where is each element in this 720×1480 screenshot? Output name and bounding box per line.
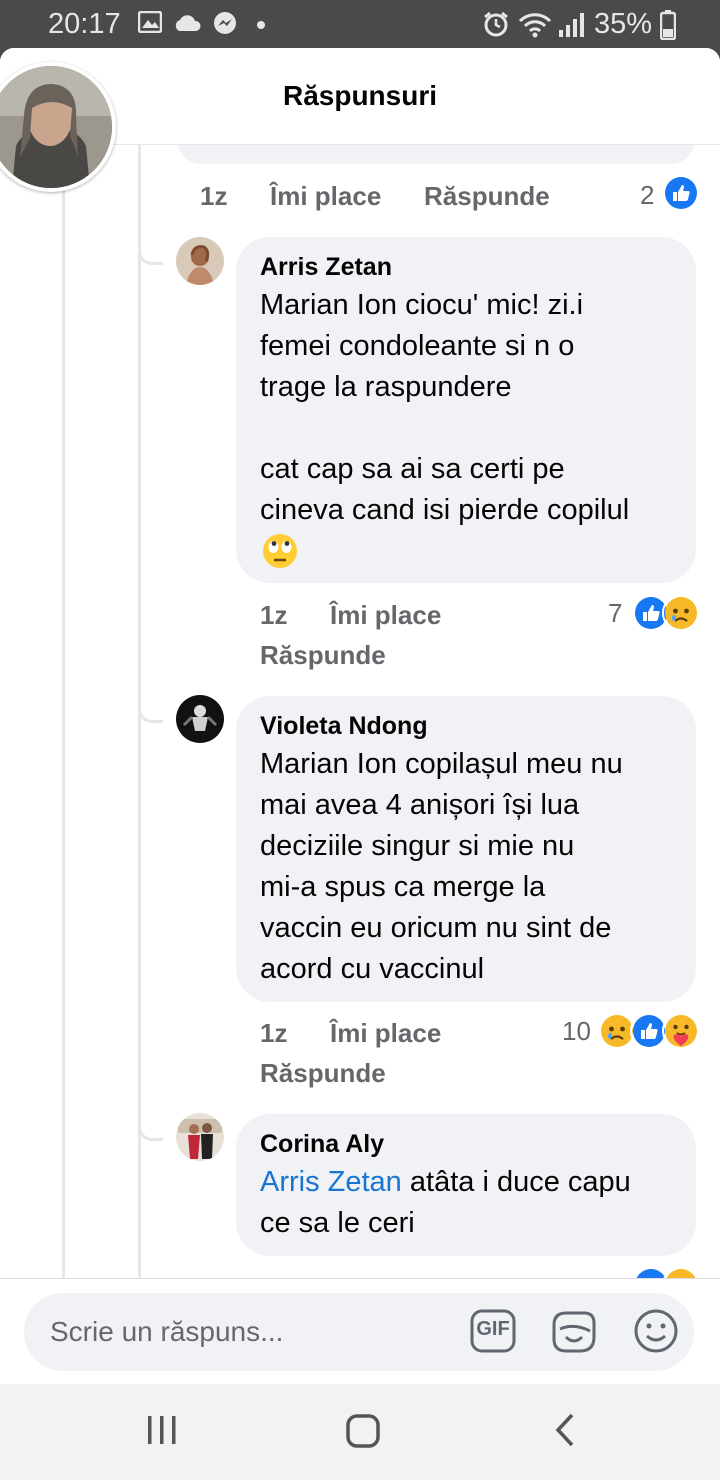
dot-icon: [257, 21, 265, 29]
comment-line: deciziile singur si mie nu: [260, 830, 575, 862]
mention-link[interactable]: Arris Zetan: [260, 1166, 402, 1198]
sad-reaction-icon[interactable]: [662, 594, 700, 632]
replies-sheet: Răspunsuri 1z Îmi place Răspunde 2 Arris…: [0, 48, 720, 1480]
comment-bubble: Arris Zetan Marian Ion ciocu' mic! zi.i …: [236, 237, 696, 583]
comment-time: 1z: [200, 181, 228, 211]
status-bar: 20:17 35%: [0, 0, 720, 50]
comment-bubble: Corina Aly Arris Zetan atâta i duce capu…: [236, 1114, 696, 1256]
status-time: 20:17: [48, 8, 121, 40]
comment-author[interactable]: Corina Aly: [260, 1130, 384, 1159]
recent-apps-icon[interactable]: [144, 1412, 180, 1448]
avatar[interactable]: [176, 237, 224, 285]
comment-line: acord cu vaccinul: [260, 953, 485, 985]
reply-composer-bar: GIF: [0, 1278, 720, 1385]
avatar-photo: [0, 66, 112, 188]
alarm-icon: [484, 11, 508, 37]
reply-button[interactable]: Răspunde: [424, 181, 550, 212]
reply-button[interactable]: Răspunde: [260, 640, 386, 671]
comment-author[interactable]: Violeta Ndong: [260, 712, 428, 741]
gif-label: GIF: [476, 1318, 510, 1340]
comment-time: 1z: [260, 1018, 288, 1048]
sticker-icon[interactable]: [550, 1309, 598, 1355]
comment-line: ce sa le ceri: [260, 1207, 415, 1239]
reply-button[interactable]: Răspunde: [260, 1058, 386, 1089]
comment-line-blank: [260, 408, 690, 449]
battery-icon: [660, 10, 676, 40]
battery-percent: 35%: [594, 8, 653, 40]
eye-roll-emoji: [263, 534, 297, 568]
comment-line: cineva cand isi pierde copilul: [260, 494, 630, 526]
like-button[interactable]: Îmi place: [330, 600, 441, 631]
thread-connector: [138, 1112, 163, 1141]
reply-composer: GIF: [24, 1293, 694, 1371]
comment-line: femei condoleante si n o: [260, 330, 575, 362]
emoji-icon[interactable]: [632, 1307, 680, 1355]
like-button[interactable]: Îmi place: [270, 181, 381, 212]
comment-line: cat cap sa ai sa certi pe: [260, 453, 565, 485]
reply-input[interactable]: [48, 1309, 472, 1355]
system-nav-bar: [0, 1384, 720, 1480]
comment-line: mai avea 4 anișori își lua: [260, 789, 580, 821]
avatar-photo: [176, 237, 224, 285]
like-reaction-icon[interactable]: [662, 174, 700, 212]
comment-line: trage la raspundere: [260, 371, 512, 403]
like-button[interactable]: Îmi place: [330, 1018, 441, 1049]
comment-line: Marian Ion copilașul meu nu: [260, 748, 623, 780]
comment-time: 1z: [260, 600, 288, 630]
comment-line-rest: atâta i duce capu: [401, 1166, 631, 1198]
gif-button[interactable]: GIF: [470, 1309, 516, 1353]
thread-connector: [138, 236, 163, 265]
comment-line: Arris Zetan atâta i duce capu: [260, 1162, 690, 1203]
comment-text: Arris Zetan atâta i duce capu ce sa le c…: [260, 1162, 690, 1244]
avatar[interactable]: [176, 1113, 224, 1161]
comment-text: Marian Ion ciocu' mic! zi.i femei condol…: [260, 285, 690, 531]
comment-bubble: Violeta Ndong Marian Ion copilașul meu n…: [236, 696, 696, 1002]
comment-line: vaccin eu oricum nu sint de: [260, 912, 612, 944]
reaction-count: 10: [562, 1016, 591, 1046]
comment-line: mi-a spus ca merge la: [260, 871, 546, 903]
reaction-count: 7: [608, 598, 623, 628]
comment-text: Marian Ion copilașul meu nu mai avea 4 a…: [260, 744, 690, 990]
thread-line-outer: [62, 188, 65, 1328]
messenger-icon: [214, 12, 236, 34]
thread-connector: [138, 694, 163, 723]
care-reaction-icon[interactable]: [662, 1012, 700, 1050]
avatar[interactable]: [176, 695, 224, 743]
avatar-photo: [176, 695, 224, 743]
thread-line-inner: [138, 144, 141, 1328]
comment-author[interactable]: Arris Zetan: [260, 253, 392, 282]
home-icon[interactable]: [344, 1412, 382, 1450]
reaction-count: 2: [640, 180, 655, 210]
comment-line: Marian Ion ciocu' mic! zi.i: [260, 289, 584, 321]
back-icon[interactable]: [550, 1412, 580, 1448]
signal-icon: [559, 13, 584, 37]
wifi-icon: [518, 13, 552, 38]
gallery-icon: [138, 11, 162, 33]
cloud-icon: [175, 15, 201, 31]
avatar-photo: [176, 1113, 224, 1161]
